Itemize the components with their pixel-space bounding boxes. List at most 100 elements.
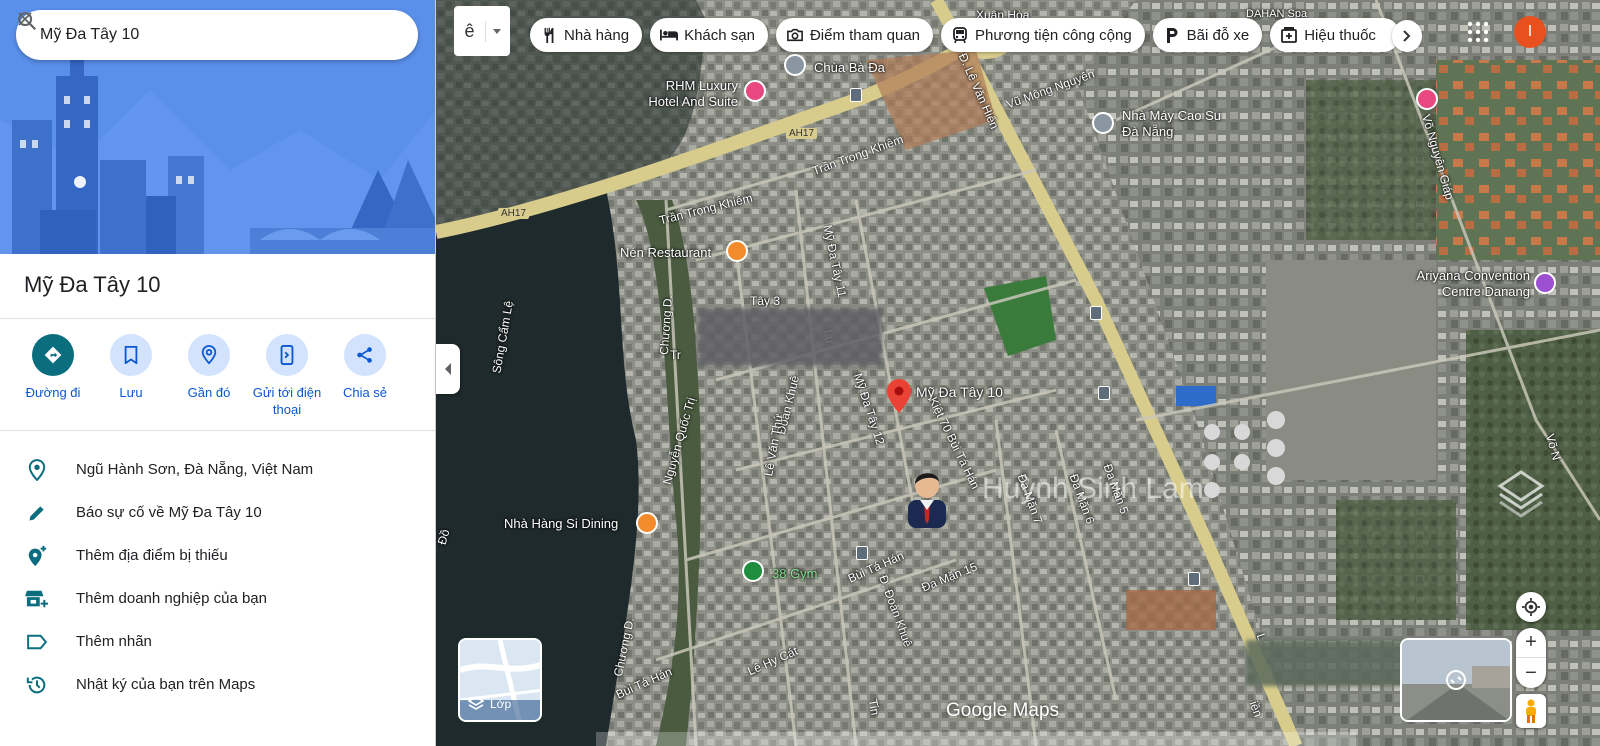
- address-row[interactable]: Ngũ Hành Sơn, Đà Nẵng, Việt Nam: [0, 448, 435, 491]
- my-location-button[interactable]: [1516, 592, 1546, 622]
- add-business-row[interactable]: Thêm doanh nghiệp của bạn: [0, 577, 435, 620]
- pharmacy-icon: [1280, 26, 1298, 44]
- chips-next-button[interactable]: [1392, 20, 1422, 52]
- poi-label-38-gym[interactable]: 38 Gym: [772, 566, 818, 581]
- share-button[interactable]: Chia sẻ: [326, 334, 404, 418]
- restaurant-marker-icon[interactable]: [636, 512, 658, 534]
- category-chips: Nhà hàng Khách sạn Điểm tham quan Phương…: [530, 18, 1408, 52]
- poi-label-chua-ba-da[interactable]: Chùa Bà Đa: [814, 60, 885, 75]
- street-view-preview: [1402, 640, 1510, 720]
- save-button[interactable]: Lưu: [92, 334, 170, 418]
- blurred-region: [1246, 640, 1406, 686]
- add-place-icon: [24, 543, 50, 569]
- language-select-value: ê: [454, 20, 486, 42]
- poi-label-ariyana[interactable]: Ariyana Convention Centre Danang: [1414, 268, 1530, 300]
- chip-label: Điểm tham quan: [809, 26, 921, 44]
- send-to-phone-icon: [266, 334, 308, 376]
- divider: [0, 430, 435, 431]
- restaurant-marker-icon[interactable]: [726, 240, 748, 262]
- directions-icon: [32, 334, 74, 376]
- edit-pencil-icon: [24, 500, 50, 526]
- info-list: Ngũ Hành Sơn, Đà Nẵng, Việt Nam Báo sự c…: [0, 448, 435, 706]
- chip-pharmacy[interactable]: Hiệu thuốc: [1270, 18, 1400, 52]
- send-to-phone-button[interactable]: Gửi tới điện thoại: [248, 334, 326, 418]
- chip-label: Phương tiện công cộng: [975, 26, 1132, 44]
- pin-label[interactable]: Mỹ Đa Tây 10: [916, 384, 1003, 400]
- side-panel: Mỹ Đa Tây 10 Mỹ Đa Tây 10 Đường đi Lưu G…: [0, 0, 436, 746]
- bus-stop-icon[interactable]: [1098, 386, 1110, 400]
- factory-marker-icon[interactable]: [1092, 112, 1114, 134]
- apps-grid-icon[interactable]: [1466, 20, 1490, 44]
- language-select[interactable]: ê: [454, 6, 510, 56]
- layers-watermark-icon: [1497, 470, 1545, 518]
- save-label: Lưu: [119, 385, 143, 400]
- add-label-row[interactable]: Thêm nhãn: [0, 620, 435, 663]
- camera-icon: [786, 26, 804, 44]
- hotel-icon: [660, 26, 679, 44]
- chip-label: Khách sạn: [684, 26, 755, 44]
- place-title: Mỹ Đa Tây 10: [24, 272, 161, 297]
- gym-marker-icon[interactable]: [742, 560, 764, 582]
- location-pin-icon[interactable]: [886, 378, 912, 414]
- chevron-right-icon: [1403, 30, 1411, 42]
- nearby-button[interactable]: Gần đó: [170, 334, 248, 418]
- street-view-thumbnail[interactable]: [1400, 638, 1512, 722]
- action-bar: Đường đi Lưu Gần đó Gửi tới điện thoại C…: [14, 334, 404, 418]
- map-canvas[interactable]: AH17 AH17 Trần Trọng Khiêm Trần Trọng Kh…: [436, 0, 1600, 746]
- label-icon: [24, 629, 50, 655]
- report-issue-text: Báo sự cố về Mỹ Đa Tây 10: [76, 504, 262, 521]
- poi-label-si-dining[interactable]: Nhà Hàng Si Dining: [504, 516, 618, 531]
- chip-hotels[interactable]: Khách sạn: [650, 18, 768, 52]
- bus-stop-icon[interactable]: [1188, 572, 1200, 586]
- send-to-phone-label: Gửi tới điện thoại: [252, 385, 322, 417]
- zoom-out-button[interactable]: −: [1516, 658, 1546, 688]
- add-business-text: Thêm doanh nghiệp của bạn: [76, 590, 267, 607]
- bus-stop-icon[interactable]: [856, 546, 868, 560]
- bookmark-icon: [110, 334, 152, 376]
- poi-label-rhm[interactable]: RHM Luxury Hotel And Suite: [636, 78, 738, 110]
- chip-label: Hiệu thuốc: [1304, 26, 1376, 44]
- chevron-left-icon: [445, 363, 451, 375]
- satellite-imagery: [436, 0, 1600, 746]
- watermark-text: Huỳnh Sinh Lam: [982, 472, 1204, 505]
- chip-label: Bãi đỗ xe: [1186, 26, 1250, 44]
- report-issue-row[interactable]: Báo sự cố về Mỹ Đa Tây 10: [0, 491, 435, 534]
- zoom-in-button[interactable]: +: [1516, 628, 1546, 658]
- road-label: Tr: [670, 348, 681, 362]
- poi-label-nen-restaurant[interactable]: Nén Restaurant: [620, 245, 711, 260]
- spa-marker-icon[interactable]: [1416, 88, 1438, 110]
- collapse-panel-button[interactable]: [436, 344, 460, 394]
- road-shield-ah17: AH17: [786, 128, 818, 139]
- parking-icon: [1163, 26, 1181, 44]
- poi-label-nha-may[interactable]: Nhà Máy Cao Su Đà Nẵng: [1122, 108, 1222, 140]
- search-box[interactable]: Mỹ Đa Tây 10: [16, 10, 418, 60]
- close-icon[interactable]: [18, 12, 410, 55]
- directions-button[interactable]: Đường đi: [14, 334, 92, 418]
- bus-stop-icon[interactable]: [1090, 306, 1102, 320]
- search-input[interactable]: Mỹ Đa Tây 10: [40, 26, 322, 44]
- zoom-control: + −: [1516, 628, 1546, 688]
- convention-marker-icon[interactable]: [1534, 272, 1556, 294]
- search-icon[interactable]: [18, 12, 362, 55]
- chip-attractions[interactable]: Điểm tham quan: [775, 18, 934, 52]
- add-missing-place-text: Thêm địa điểm bị thiếu: [76, 547, 228, 564]
- hero-illustration: Mỹ Đa Tây 10: [0, 0, 435, 254]
- chip-transit[interactable]: Phương tiện công cộng: [941, 18, 1145, 52]
- add-missing-place-row[interactable]: Thêm địa điểm bị thiếu: [0, 534, 435, 577]
- chip-restaurants[interactable]: Nhà hàng: [530, 18, 643, 52]
- layers-button[interactable]: Lớp: [458, 638, 542, 722]
- maps-history-row[interactable]: Nhật ký của bạn trên Maps: [0, 663, 435, 706]
- add-label-text: Thêm nhãn: [76, 633, 152, 650]
- account-avatar[interactable]: I: [1514, 16, 1546, 48]
- blurred-region: [698, 308, 882, 366]
- hotel-marker-icon[interactable]: [744, 80, 766, 102]
- google-maps-logo: Google Maps: [946, 700, 1060, 721]
- layers-label: Lớp: [490, 697, 512, 711]
- temple-marker-icon[interactable]: [784, 54, 806, 76]
- nearby-icon: [188, 334, 230, 376]
- share-label: Chia sẻ: [342, 385, 388, 400]
- transit-icon: [951, 26, 969, 44]
- bus-stop-icon[interactable]: [850, 88, 862, 102]
- chip-parking[interactable]: Bãi đỗ xe: [1152, 18, 1263, 52]
- pegman-icon[interactable]: [1516, 694, 1546, 728]
